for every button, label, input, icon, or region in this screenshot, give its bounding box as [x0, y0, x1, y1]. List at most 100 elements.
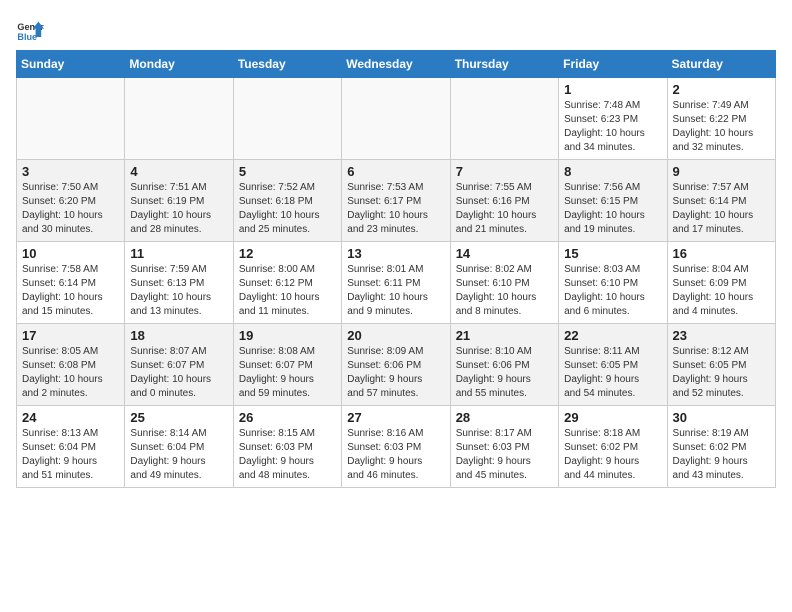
day-number: 14	[456, 246, 553, 261]
day-number: 8	[564, 164, 661, 179]
day-info: Sunrise: 7:53 AM Sunset: 6:17 PM Dayligh…	[347, 181, 444, 237]
calendar-week-row: 17 Sunrise: 8:05 AM Sunset: 6:08 PM Dayli…	[17, 324, 776, 406]
calendar-day-cell: 21 Sunrise: 8:10 AM Sunset: 6:06 PM Dayli…	[450, 324, 558, 406]
day-info: Sunrise: 7:58 AM Sunset: 6:14 PM Dayligh…	[22, 263, 119, 319]
day-number: 22	[564, 328, 661, 343]
weekday-header-cell: Sunday	[17, 51, 125, 78]
day-info: Sunrise: 8:01 AM Sunset: 6:11 PM Dayligh…	[347, 263, 444, 319]
day-number: 18	[130, 328, 227, 343]
calendar-day-cell: 29 Sunrise: 8:18 AM Sunset: 6:02 PM Dayli…	[559, 406, 667, 488]
calendar-day-cell: 18 Sunrise: 8:07 AM Sunset: 6:07 PM Dayli…	[125, 324, 233, 406]
day-info: Sunrise: 7:55 AM Sunset: 6:16 PM Dayligh…	[456, 181, 553, 237]
day-info: Sunrise: 7:51 AM Sunset: 6:19 PM Dayligh…	[130, 181, 227, 237]
calendar-day-cell: 1 Sunrise: 7:48 AM Sunset: 6:23 PM Daylig…	[559, 78, 667, 160]
day-info: Sunrise: 7:56 AM Sunset: 6:15 PM Dayligh…	[564, 181, 661, 237]
calendar-day-cell: 5Sunrise: 7:52 AM Sunset: 6:18 PM Daylig…	[233, 160, 341, 242]
day-number: 20	[347, 328, 444, 343]
calendar-day-cell: 11Sunrise: 7:59 AM Sunset: 6:13 PM Dayli…	[125, 242, 233, 324]
day-number: 13	[347, 246, 444, 261]
calendar-day-cell: 27Sunrise: 8:16 AM Sunset: 6:03 PM Dayli…	[342, 406, 450, 488]
calendar-day-cell	[342, 78, 450, 160]
svg-text:Blue: Blue	[17, 32, 37, 42]
day-number: 15	[564, 246, 661, 261]
calendar-day-cell	[233, 78, 341, 160]
day-info: Sunrise: 7:50 AM Sunset: 6:20 PM Dayligh…	[22, 181, 119, 237]
day-number: 26	[239, 410, 336, 425]
calendar-day-cell: 3 Sunrise: 7:50 AM Sunset: 6:20 PM Daylig…	[17, 160, 125, 242]
day-info: Sunrise: 8:18 AM Sunset: 6:02 PM Dayligh…	[564, 427, 661, 483]
day-info: Sunrise: 7:57 AM Sunset: 6:14 PM Dayligh…	[673, 181, 770, 237]
day-number: 17	[22, 328, 119, 343]
day-number: 24	[22, 410, 119, 425]
day-info: Sunrise: 8:03 AM Sunset: 6:10 PM Dayligh…	[564, 263, 661, 319]
page-header: General Blue	[16, 16, 776, 44]
calendar-week-row: 3 Sunrise: 7:50 AM Sunset: 6:20 PM Daylig…	[17, 160, 776, 242]
weekday-header-cell: Friday	[559, 51, 667, 78]
calendar-week-row: 24 Sunrise: 8:13 AM Sunset: 6:04 PM Dayli…	[17, 406, 776, 488]
day-number: 1	[564, 82, 661, 97]
calendar-day-cell: 17 Sunrise: 8:05 AM Sunset: 6:08 PM Dayli…	[17, 324, 125, 406]
day-number: 11	[130, 246, 227, 261]
calendar-day-cell: 9 Sunrise: 7:57 AM Sunset: 6:14 PM Daylig…	[667, 160, 775, 242]
day-info: Sunrise: 8:04 AM Sunset: 6:09 PM Dayligh…	[673, 263, 770, 319]
calendar-day-cell: 20 Sunrise: 8:09 AM Sunset: 6:06 PM Dayli…	[342, 324, 450, 406]
day-number: 12	[239, 246, 336, 261]
logo-icon: General Blue	[16, 16, 44, 44]
day-number: 21	[456, 328, 553, 343]
calendar-day-cell: 25 Sunrise: 8:14 AM Sunset: 6:04 PM Dayli…	[125, 406, 233, 488]
day-info: Sunrise: 8:00 AM Sunset: 6:12 PM Dayligh…	[239, 263, 336, 319]
day-number: 23	[673, 328, 770, 343]
day-info: Sunrise: 8:19 AM Sunset: 6:02 PM Dayligh…	[673, 427, 770, 483]
day-number: 25	[130, 410, 227, 425]
day-info: Sunrise: 8:17 AM Sunset: 6:03 PM Dayligh…	[456, 427, 553, 483]
calendar-day-cell: 15 Sunrise: 8:03 AM Sunset: 6:10 PM Dayli…	[559, 242, 667, 324]
day-info: Sunrise: 8:05 AM Sunset: 6:08 PM Dayligh…	[22, 345, 119, 401]
calendar-table: SundayMondayTuesdayWednesdayThursdayFrid…	[16, 50, 776, 488]
calendar-day-cell: 28 Sunrise: 8:17 AM Sunset: 6:03 PM Dayli…	[450, 406, 558, 488]
day-info: Sunrise: 8:14 AM Sunset: 6:04 PM Dayligh…	[130, 427, 227, 483]
day-number: 10	[22, 246, 119, 261]
weekday-header-row: SundayMondayTuesdayWednesdayThursdayFrid…	[17, 51, 776, 78]
day-info: Sunrise: 7:52 AM Sunset: 6:18 PM Dayligh…	[239, 181, 336, 237]
day-info: Sunrise: 8:13 AM Sunset: 6:04 PM Dayligh…	[22, 427, 119, 483]
day-info: Sunrise: 8:15 AM Sunset: 6:03 PM Dayligh…	[239, 427, 336, 483]
calendar-day-cell: 4Sunrise: 7:51 AM Sunset: 6:19 PM Daylig…	[125, 160, 233, 242]
calendar-day-cell: 24 Sunrise: 8:13 AM Sunset: 6:04 PM Dayli…	[17, 406, 125, 488]
weekday-header-cell: Tuesday	[233, 51, 341, 78]
day-number: 27	[347, 410, 444, 425]
calendar-day-cell	[125, 78, 233, 160]
calendar-day-cell: 2Sunrise: 7:49 AM Sunset: 6:22 PM Daylig…	[667, 78, 775, 160]
calendar-day-cell: 19Sunrise: 8:08 AM Sunset: 6:07 PM Dayli…	[233, 324, 341, 406]
day-info: Sunrise: 8:02 AM Sunset: 6:10 PM Dayligh…	[456, 263, 553, 319]
logo: General Blue	[16, 16, 44, 44]
calendar-day-cell: 30 Sunrise: 8:19 AM Sunset: 6:02 PM Dayli…	[667, 406, 775, 488]
day-number: 28	[456, 410, 553, 425]
calendar-day-cell: 26 Sunrise: 8:15 AM Sunset: 6:03 PM Dayli…	[233, 406, 341, 488]
calendar-day-cell: 22 Sunrise: 8:11 AM Sunset: 6:05 PM Dayli…	[559, 324, 667, 406]
day-info: Sunrise: 8:09 AM Sunset: 6:06 PM Dayligh…	[347, 345, 444, 401]
calendar-day-cell: 8 Sunrise: 7:56 AM Sunset: 6:15 PM Daylig…	[559, 160, 667, 242]
calendar-week-row: 10 Sunrise: 7:58 AM Sunset: 6:14 PM Dayli…	[17, 242, 776, 324]
calendar-day-cell: 23 Sunrise: 8:12 AM Sunset: 6:05 PM Dayli…	[667, 324, 775, 406]
calendar-day-cell: 12 Sunrise: 8:00 AM Sunset: 6:12 PM Dayli…	[233, 242, 341, 324]
weekday-header-cell: Thursday	[450, 51, 558, 78]
calendar-day-cell: 14 Sunrise: 8:02 AM Sunset: 6:10 PM Dayli…	[450, 242, 558, 324]
day-number: 3	[22, 164, 119, 179]
calendar-week-row: 1 Sunrise: 7:48 AM Sunset: 6:23 PM Daylig…	[17, 78, 776, 160]
day-info: Sunrise: 8:10 AM Sunset: 6:06 PM Dayligh…	[456, 345, 553, 401]
day-number: 6	[347, 164, 444, 179]
day-info: Sunrise: 8:08 AM Sunset: 6:07 PM Dayligh…	[239, 345, 336, 401]
calendar-body: 1 Sunrise: 7:48 AM Sunset: 6:23 PM Daylig…	[17, 78, 776, 488]
weekday-header-cell: Wednesday	[342, 51, 450, 78]
day-number: 29	[564, 410, 661, 425]
calendar-day-cell: 7 Sunrise: 7:55 AM Sunset: 6:16 PM Daylig…	[450, 160, 558, 242]
day-number: 30	[673, 410, 770, 425]
day-number: 9	[673, 164, 770, 179]
day-info: Sunrise: 8:07 AM Sunset: 6:07 PM Dayligh…	[130, 345, 227, 401]
weekday-header-cell: Saturday	[667, 51, 775, 78]
day-info: Sunrise: 8:12 AM Sunset: 6:05 PM Dayligh…	[673, 345, 770, 401]
day-number: 16	[673, 246, 770, 261]
day-info: Sunrise: 7:48 AM Sunset: 6:23 PM Dayligh…	[564, 99, 661, 155]
day-info: Sunrise: 8:11 AM Sunset: 6:05 PM Dayligh…	[564, 345, 661, 401]
day-number: 7	[456, 164, 553, 179]
